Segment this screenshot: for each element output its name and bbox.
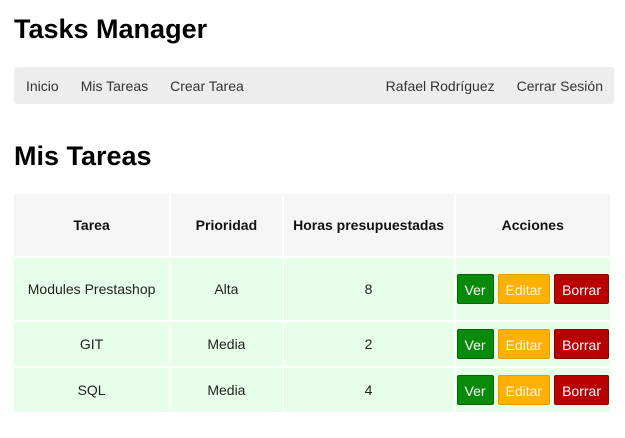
main-navbar: Inicio Mis Tareas Crear Tarea Rafael Rod… [14, 67, 614, 104]
row-actions: Ver Editar Borrar [456, 329, 609, 359]
row-actions: Ver Editar Borrar [456, 274, 609, 304]
cell-actions: Ver Editar Borrar [455, 322, 610, 366]
tasks-table: Tarea Prioridad Horas presupuestadas Acc… [12, 192, 612, 414]
column-header-horas: Horas presupuestadas [283, 194, 454, 256]
edit-button[interactable]: Editar [497, 274, 551, 304]
table-row: GIT Media 2 Ver Editar Borrar [14, 322, 610, 366]
row-actions: Ver Editar Borrar [456, 375, 609, 405]
edit-button[interactable]: Editar [497, 375, 551, 405]
delete-button[interactable]: Borrar [554, 274, 609, 304]
nav-link-mis-tareas[interactable]: Mis Tareas [81, 78, 148, 94]
nav-link-inicio[interactable]: Inicio [26, 78, 59, 94]
navbar-left-group: Inicio Mis Tareas Crear Tarea [14, 78, 266, 94]
cell-actions: Ver Editar Borrar [455, 258, 610, 320]
column-header-tarea: Tarea [14, 194, 170, 256]
nav-link-crear-tarea[interactable]: Crear Tarea [170, 78, 244, 94]
cell-hours: 4 [283, 368, 454, 412]
cell-task-name: SQL [14, 368, 170, 412]
cell-hours: 8 [283, 258, 454, 320]
cell-priority: Media [171, 368, 282, 412]
nav-logout-link[interactable]: Cerrar Sesión [517, 78, 603, 94]
column-header-acciones: Acciones [455, 194, 610, 256]
delete-button[interactable]: Borrar [554, 375, 609, 405]
cell-priority: Media [171, 322, 282, 366]
navbar-right-group: Rafael Rodríguez Cerrar Sesión [364, 78, 614, 94]
nav-user-name[interactable]: Rafael Rodríguez [386, 78, 495, 94]
table-header-row: Tarea Prioridad Horas presupuestadas Acc… [14, 194, 610, 256]
view-button[interactable]: Ver [456, 274, 494, 304]
column-header-prioridad: Prioridad [171, 194, 282, 256]
cell-priority: Alta [171, 258, 282, 320]
table-row: SQL Media 4 Ver Editar Borrar [14, 368, 610, 412]
cell-actions: Ver Editar Borrar [455, 368, 610, 412]
view-button[interactable]: Ver [456, 329, 494, 359]
view-button[interactable]: Ver [456, 375, 494, 405]
app-title: Tasks Manager [14, 14, 208, 44]
cell-task-name: Modules Prestashop [14, 258, 170, 320]
cell-task-name: GIT [14, 322, 170, 366]
page-heading: Mis Tareas [14, 141, 152, 171]
delete-button[interactable]: Borrar [554, 329, 609, 359]
table-row: Modules Prestashop Alta 8 Ver Editar Bor… [14, 258, 610, 320]
edit-button[interactable]: Editar [497, 329, 551, 359]
cell-hours: 2 [283, 322, 454, 366]
